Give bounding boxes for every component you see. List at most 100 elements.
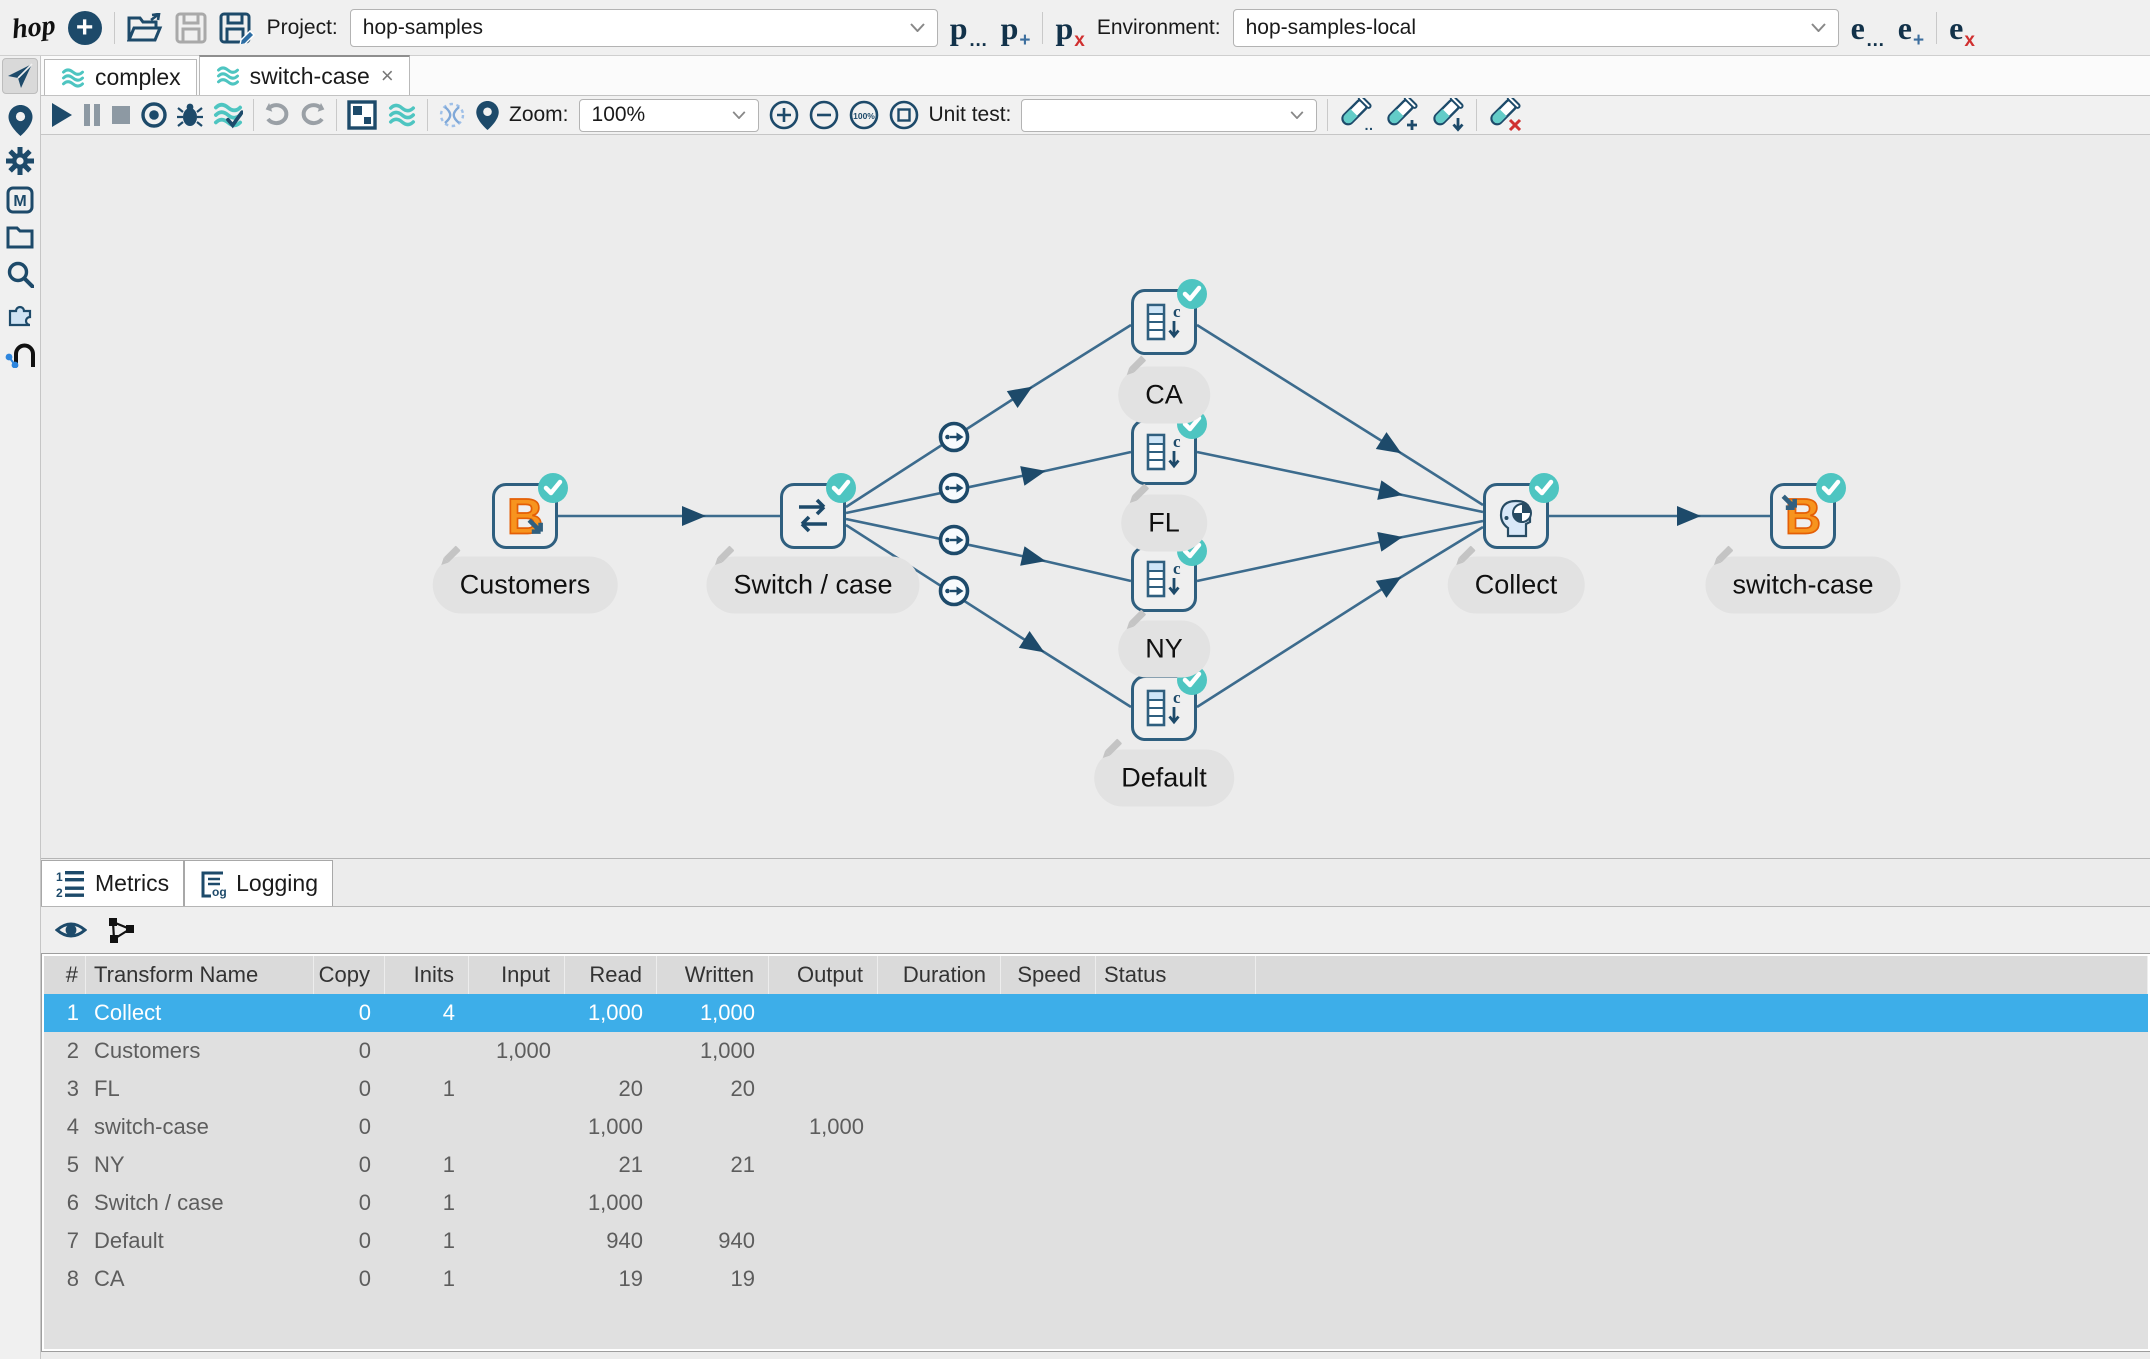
zoom-combo[interactable]: 100%: [578, 98, 759, 132]
node-label-ny[interactable]: NY: [1118, 609, 1210, 678]
table-cell: [385, 1108, 469, 1146]
project-combo[interactable]: hop-samples: [349, 8, 938, 47]
unit-test-edit-button[interactable]: …: [1338, 98, 1374, 132]
run-button[interactable]: [51, 102, 73, 128]
redo-button[interactable]: [300, 103, 326, 127]
table-row[interactable]: 2 Customers 0 1,000 1,000: [44, 1032, 2148, 1070]
node-label-ca[interactable]: CA: [1118, 355, 1210, 424]
column-header[interactable]: Duration: [878, 956, 1001, 994]
column-header[interactable]: Speed: [1001, 956, 1096, 994]
table-row[interactable]: 6 Switch / case 0 1 1,000: [44, 1184, 2148, 1222]
column-header[interactable]: Output: [769, 956, 878, 994]
node-label-collect[interactable]: Collect: [1447, 545, 1585, 614]
column-header[interactable]: Status: [1096, 956, 1256, 994]
open-file-button[interactable]: [126, 12, 163, 43]
table-cell: switch-case: [94, 1114, 209, 1139]
zoom-out-button[interactable]: [809, 100, 839, 130]
show-rows-eye-button[interactable]: [55, 918, 87, 942]
column-header[interactable]: Input: [469, 956, 565, 994]
metrics-table-header: # Transform Name Copy Inits Input Read Written…: [44, 956, 2148, 994]
data-orchestration-perspective-button[interactable]: [2, 58, 38, 94]
environment-combo[interactable]: hop-samples-local: [1232, 8, 1839, 47]
project-delete-button[interactable]: px: [1055, 12, 1084, 50]
sidebar-item-git[interactable]: [5, 338, 35, 368]
table-row[interactable]: 5 NY 0 1 21 21: [44, 1146, 2148, 1184]
table-cell: 0: [358, 1000, 371, 1025]
table-row[interactable]: 7 Default 0 1 940 940: [44, 1222, 2148, 1260]
transform-switch-case[interactable]: [780, 483, 846, 549]
save-button[interactable]: [175, 12, 207, 44]
unit-test-add-button[interactable]: [1384, 98, 1420, 132]
node-label-switch-case-output[interactable]: switch-case: [1705, 545, 1901, 614]
git-branch-icon: [5, 343, 35, 368]
transform-ca[interactable]: c: [1131, 289, 1197, 355]
new-button[interactable]: +: [67, 10, 102, 45]
align-snap-button[interactable]: [347, 100, 377, 130]
unit-test-attach-button[interactable]: [1430, 98, 1466, 132]
table-cell: [878, 994, 1001, 1032]
unit-test-delete-button[interactable]: [1487, 98, 1523, 132]
zoom-reset-button[interactable]: 100%: [849, 100, 879, 130]
column-header[interactable]: Copy: [314, 956, 385, 994]
project-edit-button[interactable]: p…: [950, 12, 989, 50]
column-header[interactable]: Written: [657, 956, 769, 994]
transform-customers[interactable]: [492, 483, 558, 549]
check-pipeline-button[interactable]: [213, 101, 243, 129]
transform-default[interactable]: c: [1131, 675, 1197, 741]
execution-info-icon[interactable]: [438, 101, 466, 129]
unit-test-combo[interactable]: [1021, 98, 1318, 132]
show-graph-button[interactable]: [107, 916, 135, 944]
metadata-icon: M: [6, 186, 34, 214]
table-row[interactable]: 1 Collect 0 4 1,000 1,000: [44, 994, 2148, 1032]
debug-bug-icon[interactable]: [177, 102, 203, 128]
location-pin-icon[interactable]: [476, 100, 499, 130]
tab-logging[interactable]: og Logging: [184, 860, 333, 906]
sidebar-item-explorer[interactable]: [6, 225, 34, 249]
hop-copy-badge[interactable]: [938, 421, 970, 607]
environment-delete-button[interactable]: ex: [1949, 12, 1975, 50]
log-file-icon: og: [201, 871, 227, 899]
environment-add-button[interactable]: e +: [1898, 12, 1924, 50]
close-icon[interactable]: ×: [381, 63, 394, 89]
tab-switch-case[interactable]: switch-case ×: [198, 55, 410, 95]
sidebar-item-metadata[interactable]: M: [6, 186, 34, 214]
transform-fl[interactable]: c: [1131, 419, 1197, 485]
save-as-button[interactable]: [219, 12, 255, 44]
table-cell: 3: [66, 1076, 79, 1101]
chevron-down-icon: [732, 111, 745, 119]
project-add-button[interactable]: p +: [1001, 12, 1031, 50]
transform-switch-case-output[interactable]: [1770, 483, 1836, 549]
node-label-switch-case[interactable]: Switch / case: [706, 545, 920, 614]
table-row[interactable]: 4 switch-case 0 1,000 1,000: [44, 1108, 2148, 1146]
tab-metrics[interactable]: 12 Metrics: [41, 860, 185, 906]
table-cell: 21: [618, 1152, 643, 1177]
sidebar-item-configuration[interactable]: [6, 147, 34, 175]
column-header[interactable]: #: [44, 956, 86, 994]
chevron-down-icon: [1810, 23, 1826, 32]
zoom-fit-button[interactable]: [889, 100, 919, 130]
preview-button[interactable]: [141, 102, 167, 128]
node-label-default[interactable]: Default: [1094, 738, 1234, 807]
table-row[interactable]: 3 FL 0 1 20 20: [44, 1070, 2148, 1108]
node-label-customers[interactable]: Customers: [432, 545, 618, 614]
sidebar-item-locations[interactable]: [8, 105, 33, 136]
column-header[interactable]: Read: [565, 956, 657, 994]
pause-button[interactable]: [83, 103, 101, 127]
pipeline-canvas[interactable]: c c c c Customers Switch / case CA FL NY…: [41, 135, 2150, 858]
paper-plane-icon: [8, 63, 33, 88]
table-row[interactable]: 8 CA 0 1 19 19: [44, 1260, 2148, 1298]
transform-collect[interactable]: [1483, 483, 1549, 549]
environment-edit-button[interactable]: e…: [1851, 12, 1886, 50]
sidebar-item-plugins[interactable]: [6, 299, 34, 327]
stop-button[interactable]: [111, 105, 131, 125]
transform-ny[interactable]: c: [1131, 546, 1197, 612]
tab-complex[interactable]: complex: [44, 59, 197, 95]
column-header[interactable]: Inits: [385, 956, 469, 994]
pipeline-waves-icon[interactable]: [387, 102, 417, 128]
sidebar-item-search[interactable]: [6, 260, 34, 288]
zoom-in-button[interactable]: [769, 100, 799, 130]
undo-button[interactable]: [264, 103, 290, 127]
node-label-fl[interactable]: FL: [1121, 483, 1207, 552]
column-header[interactable]: Transform Name: [86, 956, 314, 994]
metrics-table: # Transform Name Copy Inits Input Read Written…: [41, 953, 2150, 1352]
